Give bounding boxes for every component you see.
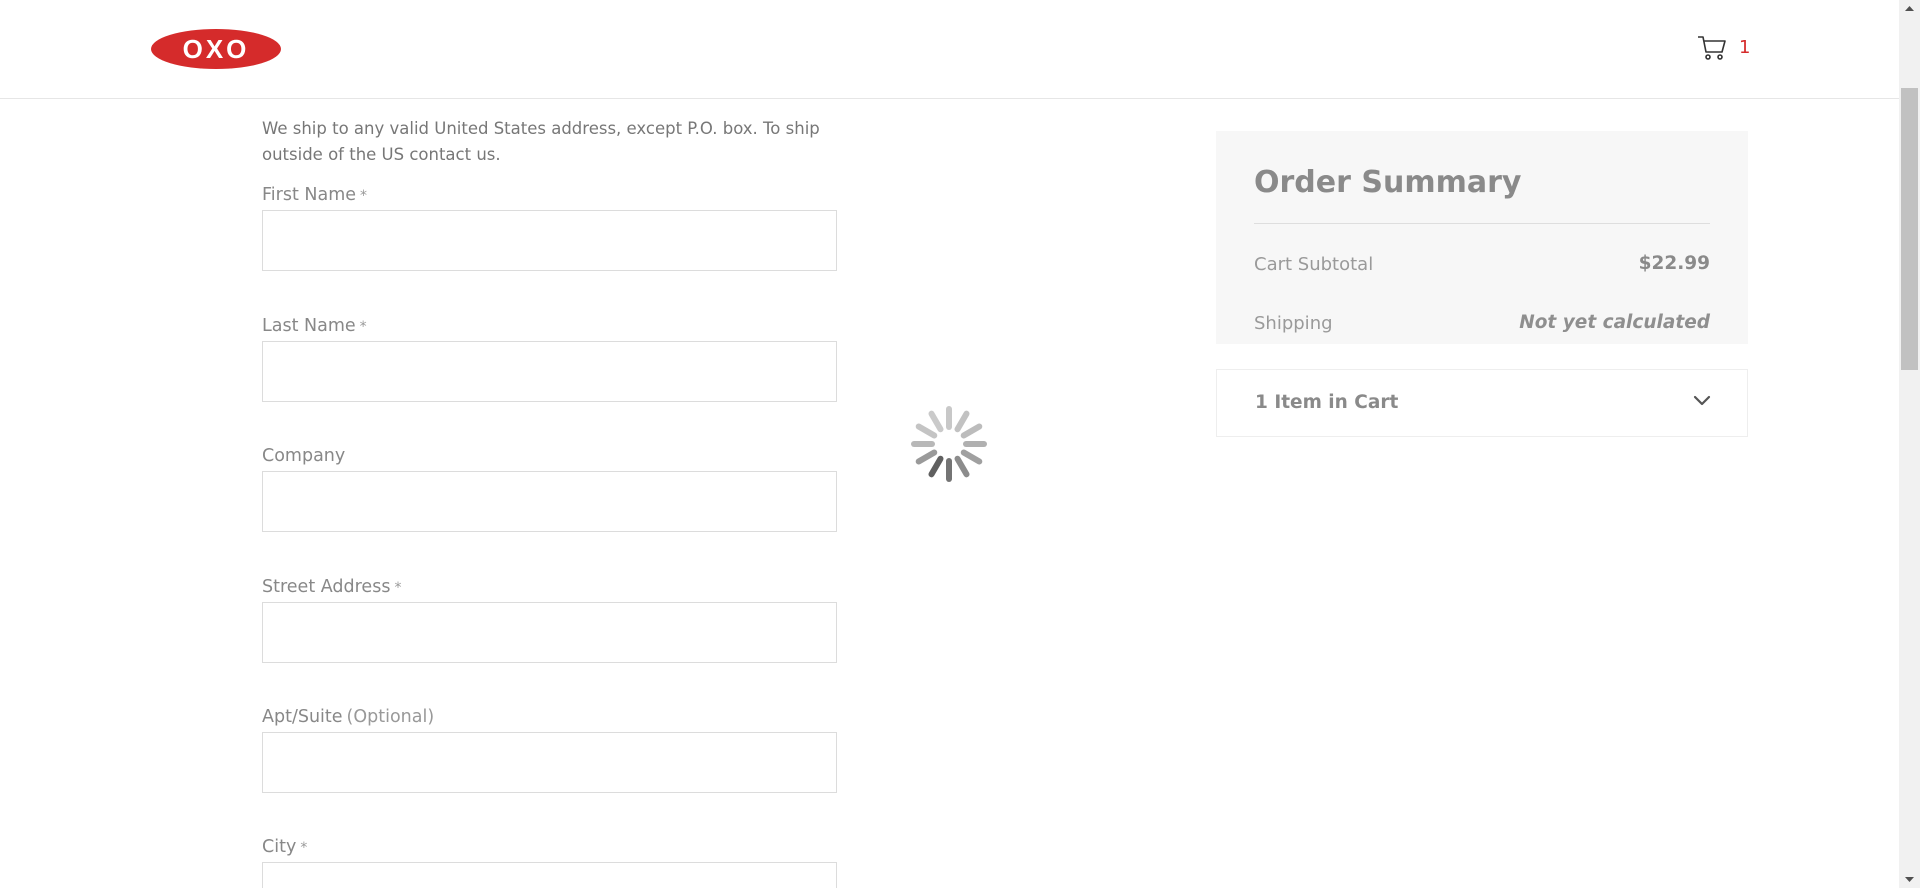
oxo-logo[interactable]: OXO (150, 28, 282, 70)
first-name-input[interactable] (262, 210, 837, 271)
city-input[interactable] (262, 862, 837, 888)
summary-divider (1254, 223, 1710, 224)
scroll-down-arrow-icon[interactable] (1899, 871, 1920, 888)
order-summary-title: Order Summary (1254, 165, 1522, 200)
shipping-value: Not yet calculated (1519, 312, 1710, 333)
last-name-input[interactable] (262, 341, 837, 402)
apt-suite-label: Apt/Suite (Optional) (262, 707, 435, 727)
street-address-input[interactable] (262, 602, 837, 663)
cart-subtotal-value: $22.99 (1638, 253, 1710, 274)
logo-text: OXO (183, 34, 250, 64)
cart-subtotal-label: Cart Subtotal (1254, 254, 1374, 275)
scroll-thumb[interactable] (1901, 88, 1918, 370)
apt-suite-input[interactable] (262, 732, 837, 793)
company-input[interactable] (262, 471, 837, 532)
cart-count-badge: 1 (1739, 37, 1751, 58)
shipping-intro-text: We ship to any valid United States addre… (262, 119, 820, 164)
items-in-cart-label: 1 Item in Cart (1255, 392, 1399, 413)
items-in-cart-toggle[interactable]: 1 Item in Cart (1216, 369, 1748, 437)
order-summary-panel: Order Summary Cart Subtotal $22.99 Shipp… (1216, 131, 1748, 344)
cart-icon (1698, 36, 1726, 60)
checkout-page: OXO 1 We ship to any valid United States… (0, 0, 1920, 888)
cart-button[interactable]: 1 (1697, 34, 1750, 62)
chevron-down-icon (1693, 395, 1711, 406)
shipping-label: Shipping (1254, 313, 1333, 334)
site-header: OXO 1 (0, 0, 1899, 99)
last-name-label: Last Name * (262, 316, 367, 336)
first-name-label: First Name * (262, 185, 368, 205)
city-label: City * (262, 837, 308, 857)
loading-spinner-icon (911, 406, 987, 482)
street-address-label: Street Address * (262, 577, 402, 597)
company-label: Company (262, 446, 346, 466)
scroll-up-arrow-icon[interactable] (1899, 0, 1920, 17)
page-scrollbar[interactable] (1899, 0, 1920, 888)
